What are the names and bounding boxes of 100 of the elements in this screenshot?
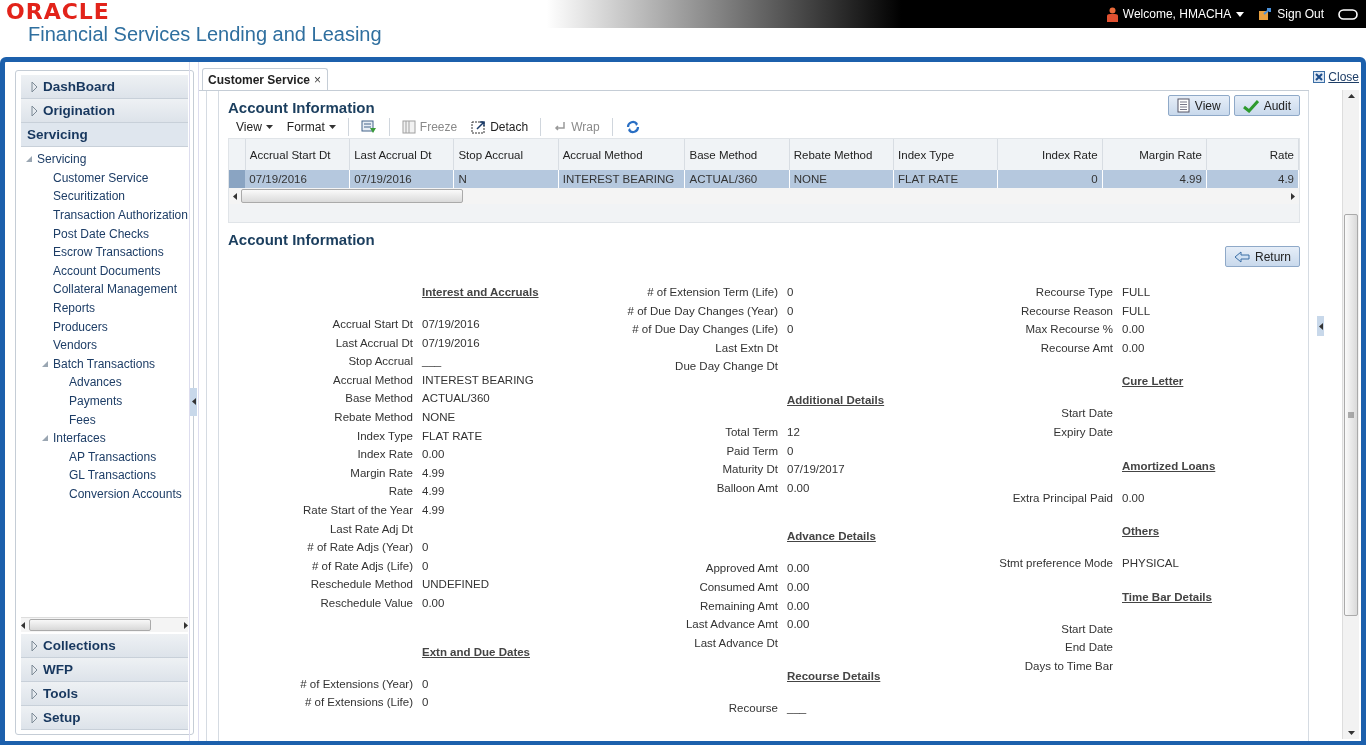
welcome-menu[interactable]: Welcome, HMACHA <box>1106 6 1245 22</box>
column-header[interactable]: Accrual Method <box>558 139 685 170</box>
field-value: 0 <box>422 540 429 556</box>
tree-item[interactable]: Vendors <box>53 338 98 353</box>
checkmark-icon <box>1242 98 1259 113</box>
up-arrow-icon[interactable] <box>1347 94 1355 98</box>
refresh-icon <box>624 119 641 135</box>
document-icon <box>1176 98 1190 113</box>
chevron-right-icon[interactable] <box>31 639 38 652</box>
tree-item[interactable]: Servicing <box>37 152 87 167</box>
audit-button[interactable]: Audit <box>1233 95 1300 116</box>
field-label: Last Extn Dt <box>714 340 778 356</box>
caret-icon <box>1236 11 1245 17</box>
chevron-right-icon[interactable] <box>31 711 38 724</box>
field-label: Expiry Date <box>1052 424 1113 440</box>
field-label: Due Day Change Dt <box>674 359 778 375</box>
expanded-triangle-icon[interactable] <box>25 155 33 164</box>
table-cell: FLAT RATE <box>893 170 998 188</box>
field-label: Recourse Type <box>1034 285 1113 300</box>
field-value: 0 <box>422 558 429 574</box>
column-header[interactable]: Stop Accrual <box>453 139 559 170</box>
field-value: 4.99 <box>422 484 445 500</box>
tree-item[interactable]: Transaction Authorization <box>53 208 188 223</box>
table-cell: N <box>453 170 559 188</box>
accordion-header[interactable]: Servicing <box>21 123 188 147</box>
left-arrow-icon[interactable] <box>233 192 237 200</box>
accordion-header[interactable]: Tools <box>21 682 188 706</box>
collapse-button[interactable] <box>190 387 197 416</box>
column-header[interactable]: Base Method <box>685 139 790 170</box>
field-label: Maturity Dt <box>721 462 778 478</box>
right-arrow-icon[interactable] <box>183 621 188 629</box>
accordion-header[interactable]: Setup <box>21 706 188 730</box>
field-value: 0.00 <box>1122 340 1145 356</box>
toolbar-button[interactable]: Detach <box>465 120 535 134</box>
tree-item[interactable]: Advances <box>69 375 122 390</box>
return-button[interactable]: Return <box>1224 246 1300 267</box>
field-label: Index Rate <box>356 447 413 463</box>
collapse-button[interactable] <box>1317 316 1324 336</box>
section-heading: Extn and Due Dates <box>422 644 530 660</box>
detach-icon <box>471 120 487 134</box>
close-link[interactable]: Close <box>1313 70 1359 84</box>
expanded-triangle-icon[interactable] <box>41 434 49 443</box>
section-title: Account Information <box>228 99 375 116</box>
down-arrow-icon[interactable] <box>1347 731 1355 735</box>
tree-item[interactable]: Account Documents <box>53 263 161 278</box>
oracle-logo: ORACLE <box>6 2 111 22</box>
tree-item[interactable]: Escrow Transactions <box>53 245 164 260</box>
tree-item[interactable]: Fees <box>69 412 96 427</box>
tree-item[interactable]: AP Transactions <box>69 449 157 464</box>
right-arrow-icon[interactable] <box>1291 192 1295 200</box>
view-button[interactable]: View <box>1167 95 1230 116</box>
field-value: 07/19/2016 <box>422 317 480 332</box>
column-header[interactable]: Index Type <box>893 139 998 170</box>
chevron-right-icon[interactable] <box>31 104 38 117</box>
tree-item[interactable]: Securitization <box>53 189 126 204</box>
tree-item[interactable]: Conversion Accounts <box>69 487 182 501</box>
field-value: FULL <box>1122 285 1151 300</box>
tree-item[interactable]: Interfaces <box>53 431 106 446</box>
tree-item[interactable]: Producers <box>53 319 108 334</box>
accordion-header[interactable]: Origination <box>21 99 188 123</box>
column-header[interactable]: Accrual Start Dt <box>245 139 350 170</box>
sign-out-link[interactable]: Sign Out <box>1258 7 1324 21</box>
left-arrow-icon[interactable] <box>191 398 196 405</box>
chevron-right-icon[interactable] <box>31 663 38 676</box>
field-label: Recourse Reason <box>1019 303 1113 319</box>
accordion-header[interactable]: WFP <box>21 658 188 682</box>
field-label: Recourse Amt <box>1039 340 1113 356</box>
field-label: Rate Start of the Year <box>302 502 413 518</box>
column-header[interactable]: Rate <box>1206 139 1299 170</box>
grip-icon <box>1348 411 1354 418</box>
chevron-right-icon[interactable] <box>31 687 38 700</box>
column-header[interactable]: Rebate Method <box>789 139 894 170</box>
horizontal-scrollbar[interactable] <box>21 617 188 632</box>
close-tab-button[interactable]: × <box>314 72 322 87</box>
accordion-header[interactable]: Collections <box>21 634 188 658</box>
tree-item[interactable]: Post Date Checks <box>53 226 150 241</box>
expanded-triangle-icon[interactable] <box>41 359 49 368</box>
chevron-right-icon[interactable] <box>31 80 38 93</box>
table-cell: 07/19/2016 <box>349 170 454 188</box>
field-label: Base Method <box>344 391 413 407</box>
field-label: End Date <box>1064 640 1113 656</box>
column-header[interactable]: Last Accrual Dt <box>349 139 454 170</box>
field-label: Last Advance Amt <box>684 617 778 633</box>
menu-button[interactable]: View <box>230 120 279 134</box>
tree-item[interactable]: Collateral Management <box>53 282 178 297</box>
tree-item[interactable]: Payments <box>69 394 123 408</box>
column-header[interactable]: Margin Rate <box>1102 139 1207 170</box>
accordion-header[interactable]: DashBoard <box>21 75 188 99</box>
left-arrow-icon[interactable] <box>21 621 25 629</box>
menu-button[interactable]: Format <box>280 120 342 134</box>
column-header[interactable]: Index Rate <box>997 139 1103 170</box>
tree-item[interactable]: GL Transactions <box>69 468 156 483</box>
field-value: 0.00 <box>422 447 445 463</box>
tree-item[interactable]: Batch Transactions <box>53 356 156 371</box>
tree-item[interactable]: Customer Service <box>53 170 149 185</box>
left-arrow-icon[interactable] <box>1318 322 1323 330</box>
tree-item[interactable]: Reports <box>53 301 96 316</box>
vertical-scrollbar[interactable] <box>1342 90 1359 739</box>
tab[interactable]: Customer Service × <box>202 68 329 90</box>
tab-label[interactable]: Customer Service <box>208 72 311 87</box>
